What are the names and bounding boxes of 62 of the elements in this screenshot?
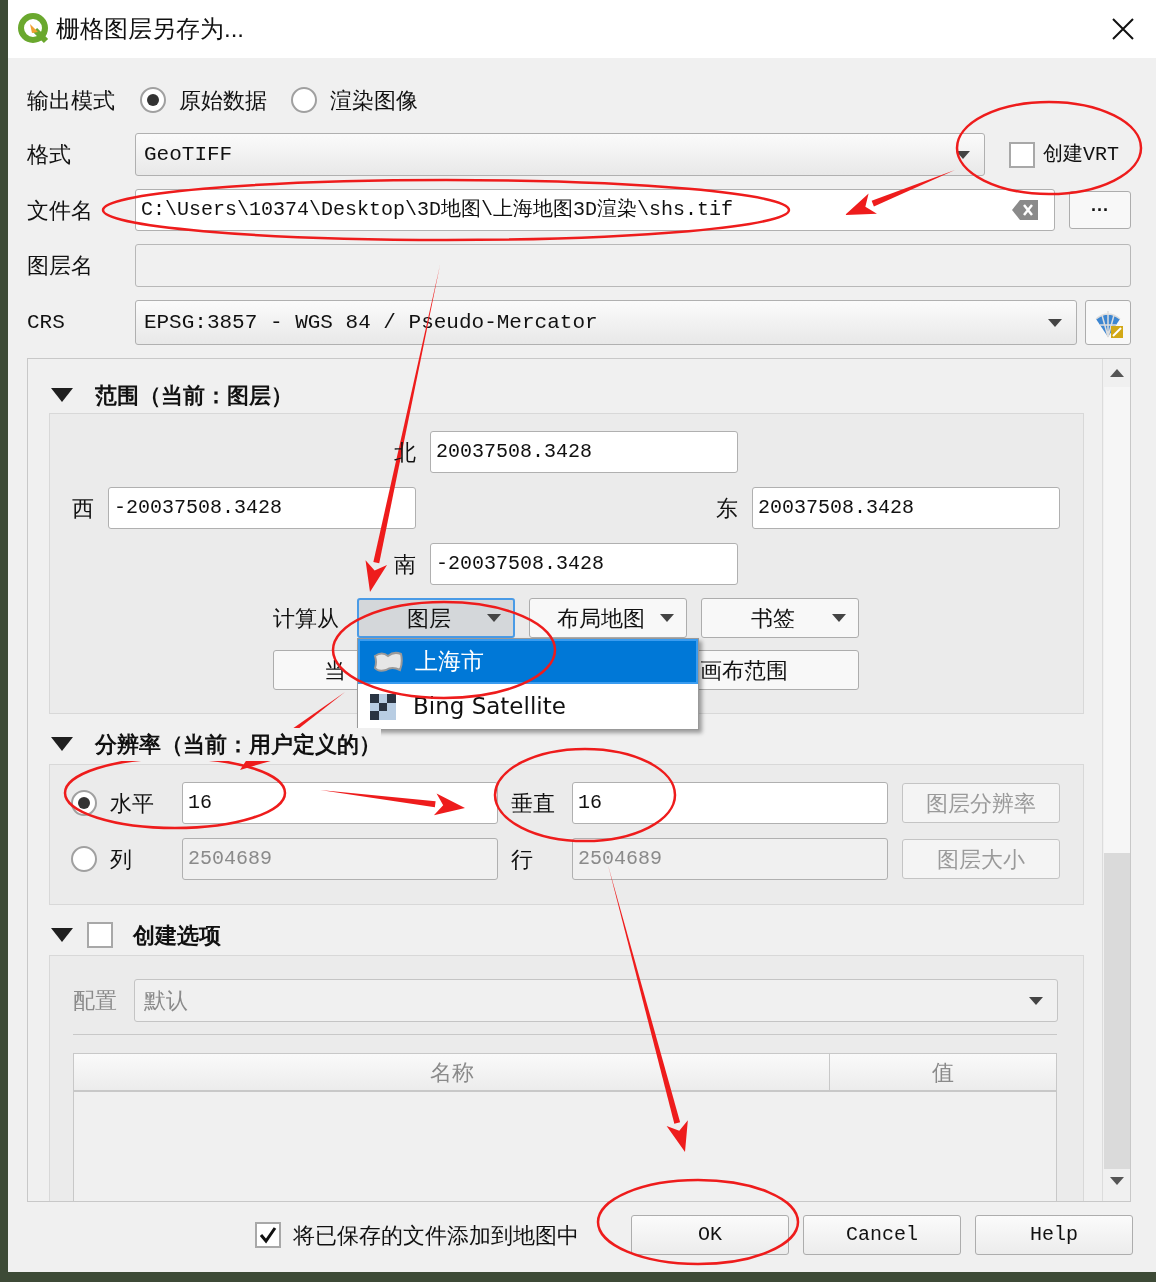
collapse-triangle-icon[interactable] [51, 928, 73, 942]
dropdown-button[interactable]: 书签 [701, 598, 859, 638]
field-label: CRS [27, 309, 66, 336]
radio-label[interactable]: 渲染图像 [330, 83, 418, 117]
close-icon[interactable] [1112, 18, 1134, 40]
dialog-button[interactable]: OK [631, 1215, 789, 1255]
section-title[interactable]: 分辨率（当前：用户定义的） [95, 727, 381, 761]
browse-button[interactable]: ··· [1069, 191, 1131, 229]
radio-label[interactable]: 原始数据 [179, 83, 267, 117]
format-dropdown[interactable]: GeoTIFF [135, 133, 985, 176]
field-label: 输出模式 [27, 86, 116, 115]
field-label: 西 [72, 494, 94, 523]
input-field[interactable]: 20037508.3428 [430, 431, 738, 473]
field-label: 文件名 [27, 196, 94, 225]
field-label: 南 [393, 550, 416, 579]
dropdown-caret-icon [1048, 318, 1063, 327]
checkbox[interactable] [255, 1222, 281, 1248]
app-logo-icon [18, 13, 50, 45]
dropdown-caret-icon [956, 150, 970, 159]
checkbox-label[interactable]: 将已保存的文件添加到地图中 [293, 1218, 617, 1252]
input-field[interactable]: -20037508.3428 [108, 487, 416, 529]
field-label: 东 [716, 494, 738, 523]
dropdown-caret-icon [832, 614, 846, 622]
radio-button[interactable] [71, 790, 97, 816]
crs-select-button[interactable] [1085, 300, 1131, 345]
input-field[interactable]: 20037508.3428 [752, 487, 1060, 529]
dialog-button[interactable]: Cancel [803, 1215, 961, 1255]
input-field[interactable]: -20037508.3428 [430, 543, 738, 585]
menu-item[interactable]: 上海市 [358, 639, 698, 684]
input-field[interactable]: 16 [182, 782, 498, 824]
radio-button[interactable] [291, 87, 317, 113]
field-label: 配置 [73, 987, 118, 1015]
scrollbar[interactable] [1102, 359, 1130, 1201]
scroll-up-icon[interactable] [1109, 369, 1124, 377]
scroll-down-icon[interactable] [1109, 1177, 1124, 1185]
window-title: 栅格图层另存为... [56, 14, 244, 44]
field-label: 行 [511, 845, 534, 874]
checkbox[interactable] [87, 922, 113, 948]
dialog-button[interactable]: Help [975, 1215, 1133, 1255]
dropdown-button[interactable]: 布局地图 [529, 598, 687, 638]
dropdown-caret-icon [487, 614, 501, 622]
field-label: 垂直 [511, 789, 556, 818]
radio-label[interactable]: 水平 [110, 786, 182, 820]
dropdown-caret-icon [1029, 996, 1043, 1005]
polygon-layer-icon [372, 649, 404, 674]
field-label: 计算从 [273, 604, 340, 633]
input-field[interactable]: 16 [572, 782, 888, 824]
section-title[interactable]: 创建选项 [133, 918, 221, 952]
field-label: 格式 [27, 141, 72, 169]
dropdown-button[interactable]: 图层 [357, 598, 515, 638]
checkbox[interactable] [1009, 141, 1035, 168]
layer-name-field[interactable] [135, 244, 1131, 287]
clear-icon[interactable] [1012, 200, 1038, 220]
collapse-triangle-icon[interactable] [51, 737, 73, 751]
section-title[interactable]: 范围（当前：图层） [95, 378, 293, 412]
radio-button[interactable] [140, 87, 166, 113]
checkbox-label[interactable]: 创建VRT [1043, 139, 1119, 170]
file-path-field[interactable]: C:\Users\10374\Desktop\3D地图\上海地图3D渲染\shs.tif [135, 189, 1055, 231]
raster-layer-icon [370, 693, 396, 720]
collapse-triangle-icon[interactable] [51, 388, 73, 402]
field-label: 图层名 [27, 252, 94, 280]
dropdown-caret-icon [660, 614, 674, 622]
